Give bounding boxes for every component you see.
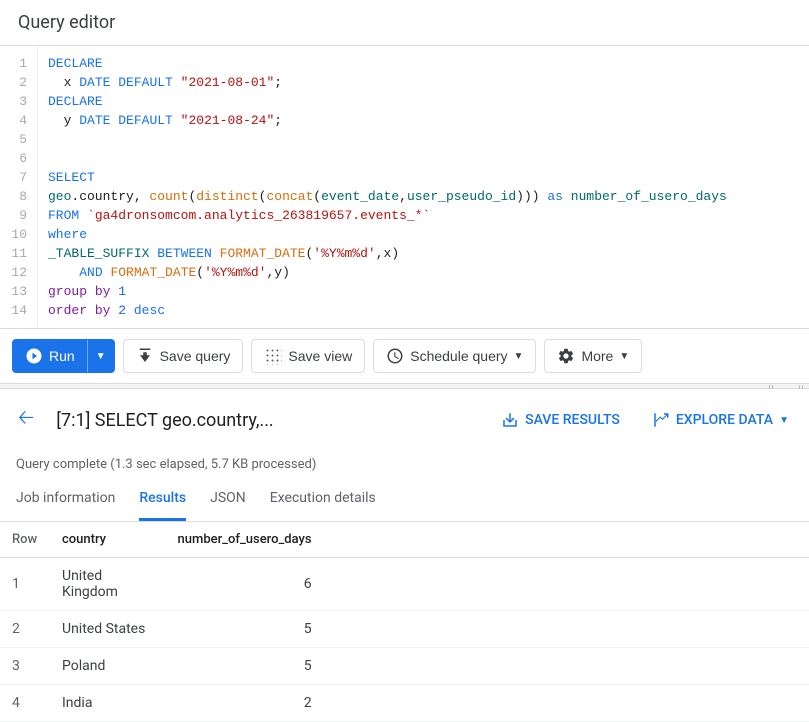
line-gutter: 1234567891011121314 [0,46,38,328]
save-view-label: Save view [288,348,352,364]
table-row[interactable]: 3Poland5 [0,648,809,685]
save-results-button[interactable]: SAVE RESULTS [493,405,628,435]
col-number: number_of_usero_days [166,522,324,558]
cell-spacer [324,648,809,685]
back-button[interactable]: 🡠 [12,399,40,441]
gear-icon [557,347,575,365]
clock-icon [386,347,404,365]
save-results-label: SAVE RESULTS [525,412,620,428]
save-query-label: Save query [160,348,231,364]
play-icon [25,347,43,365]
results-table: Row country number_of_usero_days 1United… [0,522,809,722]
save-icon [501,411,519,429]
cell-value: 5 [166,648,324,685]
table-header-row: Row country number_of_usero_days [0,522,809,558]
code-area[interactable]: DECLARE x DATE DEFAULT "2021-08-01";DECL… [38,46,809,328]
cell-country: Poland [50,648,166,685]
tab-execution-details[interactable]: Execution details [270,478,376,521]
download-icon [136,347,154,365]
table-row[interactable]: 2United States5 [0,611,809,648]
cell-value: 6 [166,558,324,611]
cell-value: 2 [166,685,324,722]
cell-rownum: 1 [0,558,50,611]
chevron-down-icon: ▼ [779,415,789,426]
resize-handle[interactable] [0,383,809,389]
tab-job-information[interactable]: Job information [16,478,115,521]
page-title: Query editor [0,0,809,46]
cell-spacer [324,685,809,722]
explore-data-label: EXPLORE DATA [676,412,773,428]
cell-spacer [324,611,809,648]
tab-json[interactable]: JSON [210,478,246,521]
cell-country: United Kingdom [50,558,166,611]
col-spacer [324,522,809,558]
schedule-label: Schedule query [410,348,507,364]
explore-data-button[interactable]: EXPLORE DATA ▼ [644,405,797,435]
chevron-down-icon: ▼ [619,351,629,362]
save-view-button[interactable]: Save view [251,339,365,373]
schedule-query-button[interactable]: Schedule query ▼ [373,339,536,373]
cell-rownum: 4 [0,685,50,722]
results-tabs: Job information Results JSON Execution d… [0,478,809,522]
cell-country: United States [50,611,166,648]
chevron-down-icon: ▼ [514,351,524,362]
col-row: Row [0,522,50,558]
code-editor[interactable]: 1234567891011121314 DECLARE x DATE DEFAU… [0,46,809,329]
grid-icon [264,347,282,365]
chart-icon [652,411,670,429]
tab-results[interactable]: Results [139,478,186,521]
cell-rownum: 2 [0,611,50,648]
col-country: country [50,522,166,558]
run-button[interactable]: Run ▼ [12,339,115,373]
breadcrumb: [7:1] SELECT geo.country,... [56,410,477,431]
cell-value: 5 [166,611,324,648]
save-query-button[interactable]: Save query [123,339,244,373]
cell-rownum: 3 [0,648,50,685]
run-dropdown[interactable]: ▼ [87,340,114,372]
more-label: More [581,348,613,364]
toolbar: Run ▼ Save query Save view Schedule quer… [0,329,809,384]
results-header: 🡠 [7:1] SELECT geo.country,... SAVE RESU… [0,389,809,451]
table-row[interactable]: 4India2 [0,685,809,722]
more-button[interactable]: More ▼ [544,339,642,373]
run-label: Run [49,348,75,364]
table-row[interactable]: 1United Kingdom6 [0,558,809,611]
cell-spacer [324,558,809,611]
status-text: Query complete (1.3 sec elapsed, 5.7 KB … [0,451,809,478]
cell-country: India [50,685,166,722]
